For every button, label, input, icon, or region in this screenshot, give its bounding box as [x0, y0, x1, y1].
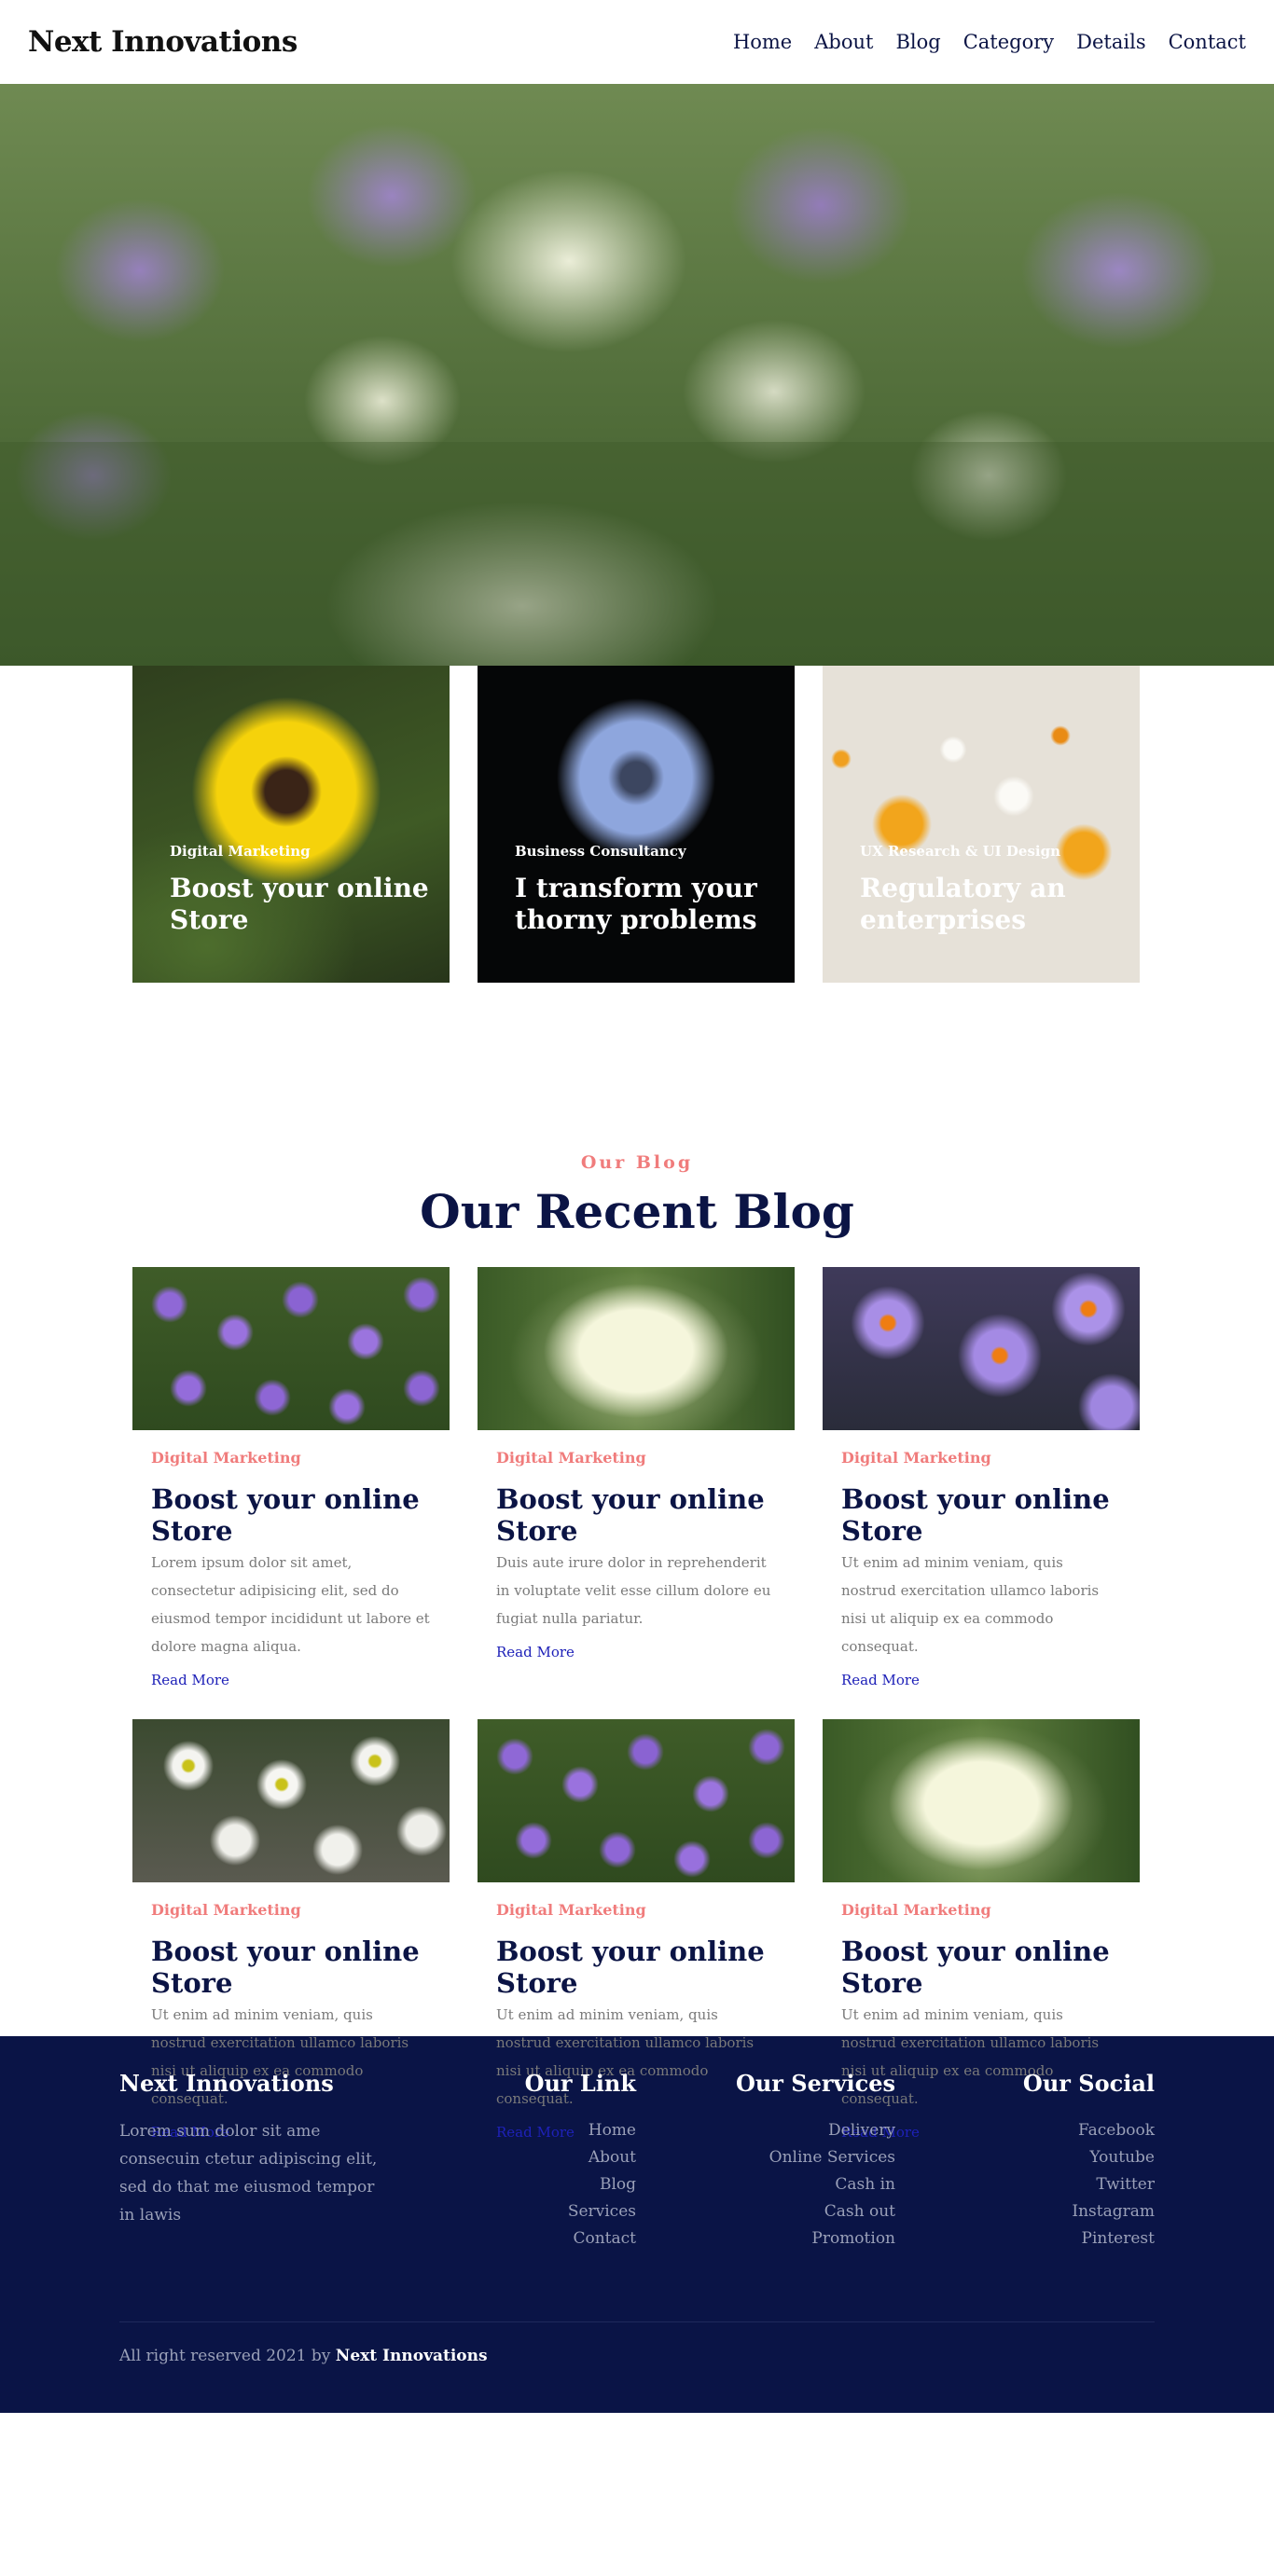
- blog-category[interactable]: Digital Marketing: [151, 1901, 431, 1919]
- blog-category[interactable]: Digital Marketing: [841, 1449, 1121, 1467]
- blog-card: Digital Marketing Boost your online Stor…: [823, 1267, 1140, 1719]
- blog-card: Digital Marketing Boost your online Stor…: [132, 1267, 450, 1719]
- nav-category[interactable]: Category: [963, 31, 1054, 53]
- blog-category[interactable]: Digital Marketing: [496, 1901, 776, 1919]
- blog-category[interactable]: Digital Marketing: [151, 1449, 431, 1467]
- nav-contact[interactable]: Contact: [1169, 31, 1246, 53]
- read-more-link[interactable]: Read More: [151, 1672, 229, 1688]
- blog-image[interactable]: [823, 1719, 1140, 1882]
- blog-image[interactable]: [478, 1267, 795, 1430]
- feature-category: Digital Marketing: [170, 843, 311, 860]
- copyright-brand[interactable]: Next Innovations: [336, 2347, 488, 2365]
- feature-category: Business Consultancy: [515, 843, 686, 860]
- feature-card-marketing[interactable]: Digital Marketing Boost your online Stor…: [132, 666, 450, 983]
- footer-service-cash-out[interactable]: Cash out: [636, 2198, 895, 2225]
- footer-about: Lorem sum dolor sit ame consecuin ctetur…: [119, 2122, 378, 2225]
- footer-link-about[interactable]: About: [450, 2144, 636, 2171]
- blog-title[interactable]: Boost your online Store: [496, 1935, 776, 1999]
- main-nav: Home About Blog Category Details Contact: [733, 31, 1246, 53]
- footer-social-list: Facebook Youtube Twitter Instagram Pinte…: [895, 2117, 1155, 2252]
- feature-card-consultancy[interactable]: Business Consultancy I transform your th…: [478, 666, 795, 983]
- footer-link-blog[interactable]: Blog: [450, 2171, 636, 2198]
- feature-card-ux[interactable]: UX Research & UI Design Regulatory an en…: [823, 666, 1140, 983]
- feature-card-text: Digital Marketing Boost your online Stor…: [170, 843, 431, 936]
- blog-grid: Digital Marketing Boost your online Stor…: [132, 1267, 1142, 2141]
- blog-image[interactable]: [478, 1719, 795, 1882]
- site-header: Next Innovations Home About Blog Categor…: [0, 0, 1274, 84]
- footer-col-social: Our Social Facebook Youtube Twitter Inst…: [895, 2070, 1155, 2321]
- footer-col-links: Our Link Home About Blog Services Contac…: [450, 2070, 636, 2321]
- feature-title[interactable]: I transform your thorny problems: [515, 873, 776, 936]
- blog-heading: Our Recent Blog: [420, 1184, 854, 1239]
- feature-card-text: UX Research & UI Design Regulatory an en…: [860, 843, 1121, 936]
- blog-title[interactable]: Boost your online Store: [496, 1483, 776, 1547]
- blog-image[interactable]: [823, 1267, 1140, 1430]
- blog-title[interactable]: Boost your online Store: [841, 1935, 1121, 1999]
- feature-cards: Digital Marketing Boost your online Stor…: [132, 666, 1142, 983]
- nav-home[interactable]: Home: [733, 31, 792, 53]
- footer-columns: Our Link Home About Blog Services Contac…: [450, 2070, 1155, 2321]
- copyright-text: All right reserved 2021 by: [119, 2347, 331, 2365]
- footer-service-promotion[interactable]: Promotion: [636, 2225, 895, 2252]
- blog-excerpt: Duis aute irure dolor in reprehenderit i…: [496, 1554, 771, 1627]
- feature-card-text: Business Consultancy I transform your th…: [515, 843, 776, 936]
- footer-social-instagram[interactable]: Instagram: [895, 2198, 1155, 2225]
- site-footer: Next Innovations Lorem sum dolor sit ame…: [0, 2036, 1274, 2413]
- blog-eyebrow: Our Blog: [580, 1152, 694, 1173]
- blog-section: Our Blog Our Recent Blog Digital Marketi…: [0, 983, 1274, 2141]
- footer-brand-column: Next Innovations Lorem sum dolor sit ame…: [119, 2070, 390, 2321]
- blog-body: Digital Marketing Boost your online Stor…: [823, 1430, 1140, 1688]
- footer-link-list: Home About Blog Services Contact: [450, 2117, 636, 2252]
- blog-card: Digital Marketing Boost your online Stor…: [478, 1267, 795, 1719]
- footer-social-pinterest[interactable]: Pinterest: [895, 2225, 1155, 2252]
- footer-service-online[interactable]: Online Services: [636, 2144, 895, 2171]
- footer-link-home[interactable]: Home: [450, 2117, 636, 2144]
- blog-image[interactable]: [132, 1719, 450, 1882]
- footer-copyright: All right reserved 2021 by Next Innovati…: [119, 2322, 1155, 2365]
- footer-col-title: Our Link: [524, 2070, 636, 2097]
- blog-excerpt: Ut enim ad minim veniam, quis nostrud ex…: [841, 1554, 1100, 1655]
- footer-col-title: Our Social: [1022, 2070, 1155, 2097]
- footer-col-services: Our Services Delivery Online Services Ca…: [636, 2070, 895, 2321]
- hero-overlay-band: [0, 442, 1274, 666]
- nav-about[interactable]: About: [814, 31, 873, 53]
- nav-details[interactable]: Details: [1076, 31, 1145, 53]
- blog-body: Digital Marketing Boost your online Stor…: [478, 1430, 795, 1660]
- footer-top: Next Innovations Lorem sum dolor sit ame…: [119, 2070, 1155, 2321]
- footer-service-delivery[interactable]: Delivery: [636, 2117, 895, 2144]
- footer-service-cash-in[interactable]: Cash in: [636, 2171, 895, 2198]
- footer-social-facebook[interactable]: Facebook: [895, 2117, 1155, 2144]
- blog-card: Digital Marketing Boost your online Stor…: [478, 1719, 795, 2141]
- blog-title[interactable]: Boost your online Store: [841, 1483, 1121, 1547]
- feature-title[interactable]: Regulatory an enterprises: [860, 873, 1121, 936]
- footer-brand: Next Innovations: [119, 2070, 334, 2097]
- blog-title[interactable]: Boost your online Store: [151, 1483, 431, 1547]
- blog-card: Digital Marketing Boost your online Stor…: [823, 1719, 1140, 2141]
- footer-col-title: Our Services: [735, 2070, 895, 2097]
- blog-body: Digital Marketing Boost your online Stor…: [132, 1430, 450, 1688]
- blog-category[interactable]: Digital Marketing: [496, 1449, 776, 1467]
- feature-category: UX Research & UI Design: [860, 843, 1060, 860]
- nav-blog[interactable]: Blog: [895, 31, 940, 53]
- footer-social-twitter[interactable]: Twitter: [895, 2171, 1155, 2198]
- read-more-link[interactable]: Read More: [496, 1644, 575, 1660]
- footer-link-services[interactable]: Services: [450, 2198, 636, 2225]
- brand-logo[interactable]: Next Innovations: [28, 25, 298, 59]
- footer-link-contact[interactable]: Contact: [450, 2225, 636, 2252]
- footer-service-list: Delivery Online Services Cash in Cash ou…: [636, 2117, 895, 2252]
- blog-image[interactable]: [132, 1267, 450, 1430]
- footer-social-youtube[interactable]: Youtube: [895, 2144, 1155, 2171]
- feature-title[interactable]: Boost your online Store: [170, 873, 431, 936]
- blog-title[interactable]: Boost your online Store: [151, 1935, 431, 1999]
- blog-excerpt: Lorem ipsum dolor sit amet, consectetur …: [151, 1554, 430, 1655]
- blog-category[interactable]: Digital Marketing: [841, 1901, 1121, 1919]
- read-more-link[interactable]: Read More: [841, 1672, 920, 1688]
- blog-card: Digital Marketing Boost your online Stor…: [132, 1719, 450, 2141]
- hero-banner-image: [0, 84, 1274, 666]
